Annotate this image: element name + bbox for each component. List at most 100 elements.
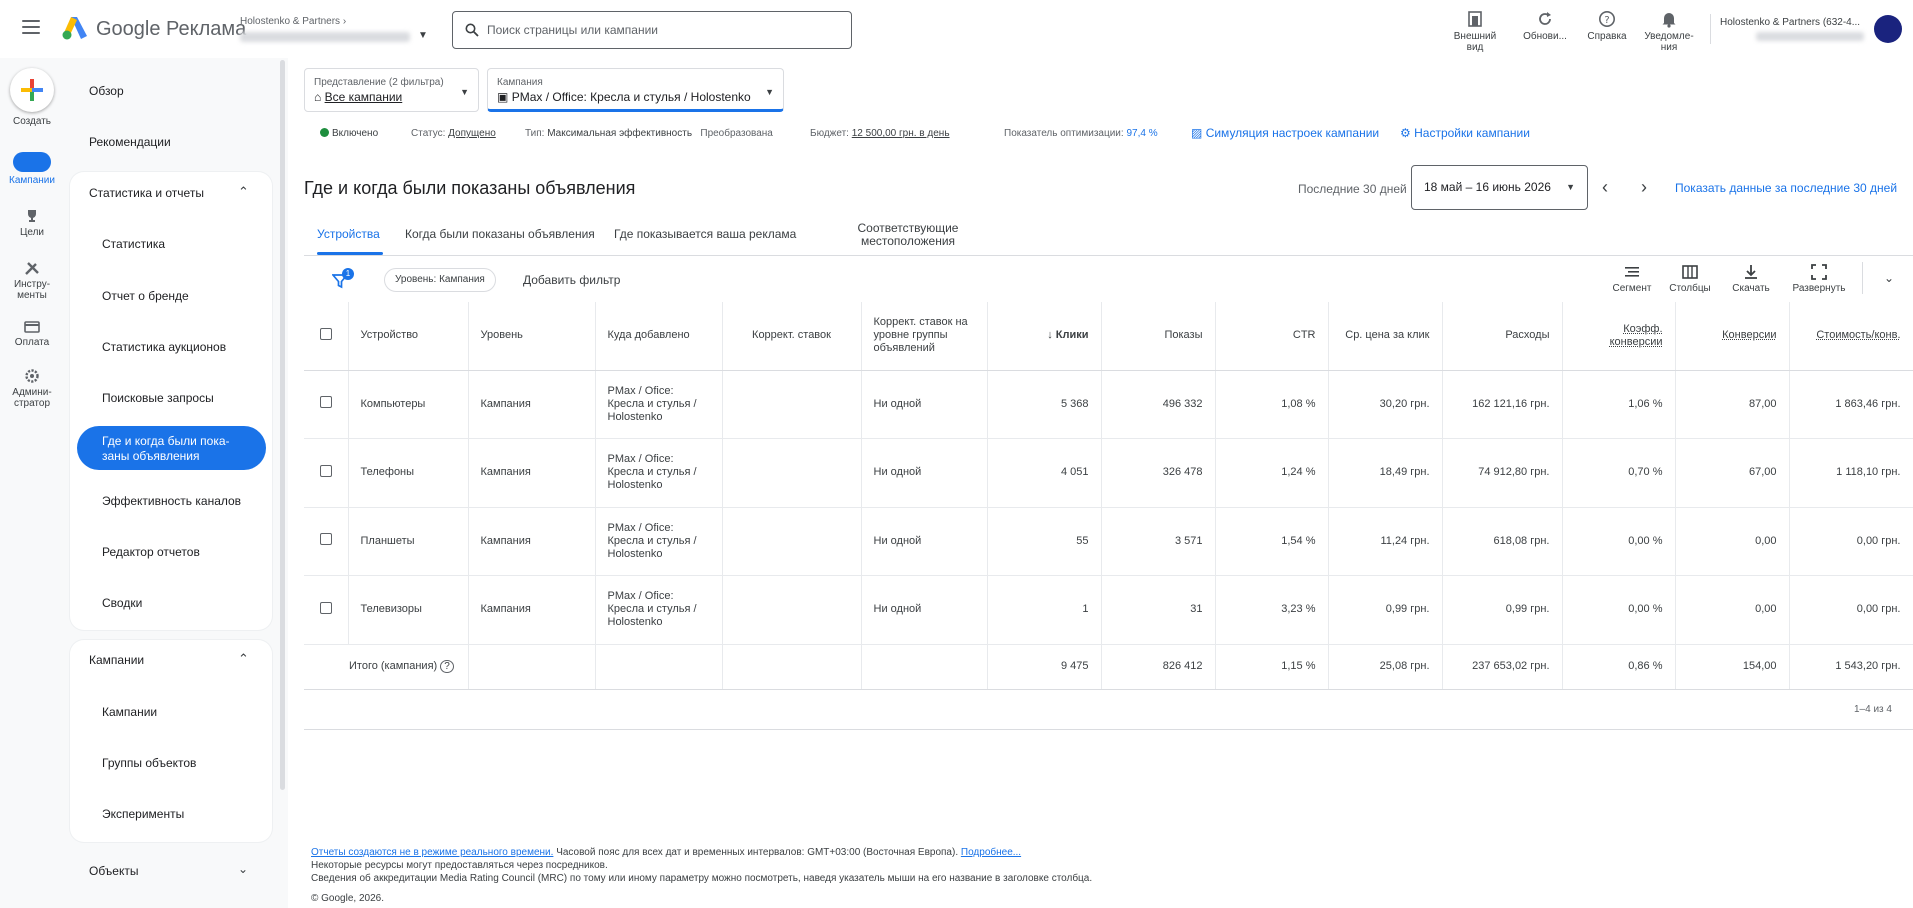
learn-more-link[interactable]: Подробнее... <box>961 847 1021 858</box>
view-filter-select[interactable]: Представление (2 фильтра) ⌂ Все кампании… <box>304 68 479 112</box>
row-checkbox[interactable] <box>320 601 332 614</box>
col-header-cost[interactable]: Расходы <box>1442 302 1563 371</box>
account-name[interactable]: Holostenko & Partners › <box>240 16 346 27</box>
row-checkbox[interactable] <box>320 396 332 409</box>
row-checkbox[interactable] <box>320 533 332 546</box>
cell-bid-adj[interactable] <box>722 575 862 645</box>
col-header-conversions[interactable]: Конверсии <box>1675 302 1790 371</box>
cell-device: Планшеты <box>348 507 469 576</box>
nav-item-auction-insights[interactable]: Статистика аукционов <box>102 340 226 354</box>
nav-scrollbar[interactable] <box>280 60 285 790</box>
not-realtime-link[interactable]: Отчеты создаются не в режиме реального в… <box>311 847 553 858</box>
refresh-button[interactable]: Обнови... <box>1516 10 1574 42</box>
nav-item-asset-groups[interactable]: Группы объектов <box>102 756 196 770</box>
show-last-30-days-link[interactable]: Показать данные за последние 30 дней <box>1675 181 1897 195</box>
tab-devices[interactable]: Устройства <box>317 228 380 241</box>
collapse-toolbar-chevron-icon[interactable]: ⌄ <box>1884 271 1894 285</box>
help-circle-icon[interactable]: ? <box>440 660 454 673</box>
period-label: Последние 30 дней <box>1298 182 1407 196</box>
tab-matching-locations[interactable]: Соответствующие местоположения <box>848 222 968 248</box>
nav-overview[interactable]: Обзор <box>89 84 124 98</box>
next-period-icon[interactable]: › <box>1641 177 1647 198</box>
row-checkbox[interactable] <box>320 464 332 477</box>
cell-added-to[interactable]: PMax / Ofice: Кресла и стулья / Holosten… <box>595 370 723 439</box>
nav-objects[interactable]: Объекты <box>89 864 139 878</box>
cell-level: Кампания <box>468 575 596 645</box>
col-header-ctr[interactable]: CTR <box>1215 302 1329 371</box>
cell-cost-per-conv: 1 118,10 грн. <box>1789 438 1913 508</box>
table-row[interactable]: Планшеты Кампания PMax / Ofice: Кресла и… <box>304 507 1913 576</box>
cell-added-to[interactable]: PMax / Ofice: Кресла и стулья / Holosten… <box>595 575 723 645</box>
user-account-label[interactable]: Holostenko & Partners (632-4... <box>1720 17 1860 28</box>
nav-item-statistics[interactable]: Статистика <box>102 237 165 251</box>
campaign-filter-select[interactable]: Кампания ▣ PMax / Office: Кресла и стуль… <box>487 68 784 112</box>
nav-campaigns-group[interactable]: Кампании <box>89 653 144 667</box>
optimization-score[interactable]: Показатель оптимизации: 97,4 % <box>1004 128 1158 139</box>
nav-recommendations[interactable]: Рекомендации <box>89 135 171 149</box>
campaign-budget[interactable]: Бюджет: 12 500,00 грн. в день <box>810 128 950 139</box>
rail-item-campaigns[interactable]: Кампании <box>4 152 60 186</box>
level-filter-chip[interactable]: Уровень: Кампания <box>384 268 496 292</box>
tab-ad-schedule[interactable]: Когда были показаны объявления <box>405 228 595 241</box>
nav-item-report-editor[interactable]: Редактор отчетов <box>102 545 200 559</box>
col-header-level[interactable]: Уровень <box>468 302 596 371</box>
rail-item-billing[interactable]: Оплата <box>4 320 60 348</box>
segment-button[interactable]: Сегмент <box>1610 264 1654 294</box>
table-row[interactable]: Телевизоры Кампания PMax / Ofice: Кресла… <box>304 575 1913 645</box>
col-header-bid-adj[interactable]: Коррект. ставок <box>722 302 862 371</box>
cell-bid-adj[interactable] <box>722 507 862 576</box>
tab-where-ads-shown[interactable]: Где показывается ваша реклама <box>614 228 796 241</box>
nav-item-search-terms[interactable]: Поисковые запросы <box>102 391 214 405</box>
account-switch-chevron-icon[interactable]: ▼ <box>418 30 428 41</box>
create-button[interactable] <box>10 68 54 112</box>
col-header-impressions[interactable]: Показы <box>1101 302 1216 371</box>
cell-bid-adj[interactable] <box>722 438 862 508</box>
expand-button[interactable]: Развернуть <box>1790 264 1848 294</box>
campaign-simulation-link[interactable]: ▨ Симуляция настроек кампании <box>1191 126 1379 140</box>
help-button[interactable]: ? Справка <box>1578 10 1636 42</box>
stats-collapse-chevron-icon[interactable]: ⌃ <box>238 184 249 200</box>
main-menu-icon[interactable] <box>22 20 40 34</box>
cell-added-to[interactable]: PMax / Ofice: Кресла и стулья / Holosten… <box>595 438 723 508</box>
col-header-conv-rate[interactable]: Коэфф. конверсии <box>1562 302 1676 371</box>
previous-period-icon[interactable]: ‹ <box>1602 177 1608 198</box>
rail-item-goals[interactable]: Цели <box>4 208 60 238</box>
search-input[interactable]: Поиск страницы или кампании <box>452 11 852 49</box>
filter-button[interactable]: 1 <box>330 268 354 290</box>
col-header-device[interactable]: Устройство <box>348 302 469 371</box>
col-header-clicks[interactable]: ↓ Клики <box>987 302 1102 371</box>
campaign-settings-link[interactable]: ⚙ Настройки кампании <box>1400 126 1530 140</box>
columns-button[interactable]: Столбцы <box>1668 264 1712 294</box>
add-filter-button[interactable]: Добавить фильтр <box>523 273 620 287</box>
campaign-enabled-status[interactable]: Включено <box>320 128 378 139</box>
trophy-icon <box>28 210 36 222</box>
col-header-added-to[interactable]: Куда добавлено <box>595 302 723 371</box>
col-header-cost-per-conv[interactable]: Стоимость/конв. <box>1789 302 1913 371</box>
rail-item-admin[interactable]: Админи-стратор <box>4 368 60 409</box>
avatar[interactable] <box>1874 15 1902 43</box>
appearance-button[interactable]: Внешний вид <box>1446 10 1504 53</box>
nav-item-channel-performance[interactable]: Эффективность каналов <box>102 494 241 508</box>
download-button[interactable]: Скачать <box>1729 264 1773 294</box>
table-row[interactable]: Телефоны Кампания PMax / Ofice: Кресла и… <box>304 438 1913 508</box>
table-row[interactable]: Компьютеры Кампания PMax / Ofice: Кресла… <box>304 370 1913 439</box>
campaigns-collapse-chevron-icon[interactable]: ⌃ <box>238 651 249 667</box>
select-all-checkbox[interactable] <box>320 327 332 340</box>
col-header-group-bid-adj[interactable]: Коррект. ставок на уровне группы объявле… <box>861 302 988 371</box>
cell-avg-cpc: 11,24 грн. <box>1328 507 1443 576</box>
nav-item-brand-report[interactable]: Отчет о бренде <box>102 289 189 303</box>
cell-added-to[interactable]: PMax / Ofice: Кресла и стулья / Holosten… <box>595 507 723 576</box>
chevron-down-icon: ▼ <box>460 87 469 97</box>
nav-stats-group[interactable]: Статистика и отчеты <box>89 186 204 200</box>
nav-item-campaigns[interactable]: Кампании <box>102 705 157 719</box>
col-header-avg-cpc[interactable]: Ср. цена за клик <box>1328 302 1443 371</box>
cell-bid-adj[interactable] <box>722 370 862 439</box>
notifications-button[interactable]: Уведомле-ния <box>1640 10 1698 53</box>
nav-item-dashboards[interactable]: Сводки <box>102 596 142 610</box>
nav-item-where-when-shown[interactable]: Где и когда были пока-заны объявления <box>77 426 266 470</box>
nav-item-experiments[interactable]: Эксперименты <box>102 807 184 821</box>
objects-expand-chevron-icon[interactable]: ⌄ <box>238 862 248 876</box>
date-range-picker[interactable]: 18 май – 16 июнь 2026 ▼ <box>1411 165 1588 210</box>
rail-item-tools[interactable]: Инстру-менты <box>4 260 60 301</box>
cell-cost-per-conv: 1 863,46 грн. <box>1789 370 1913 439</box>
